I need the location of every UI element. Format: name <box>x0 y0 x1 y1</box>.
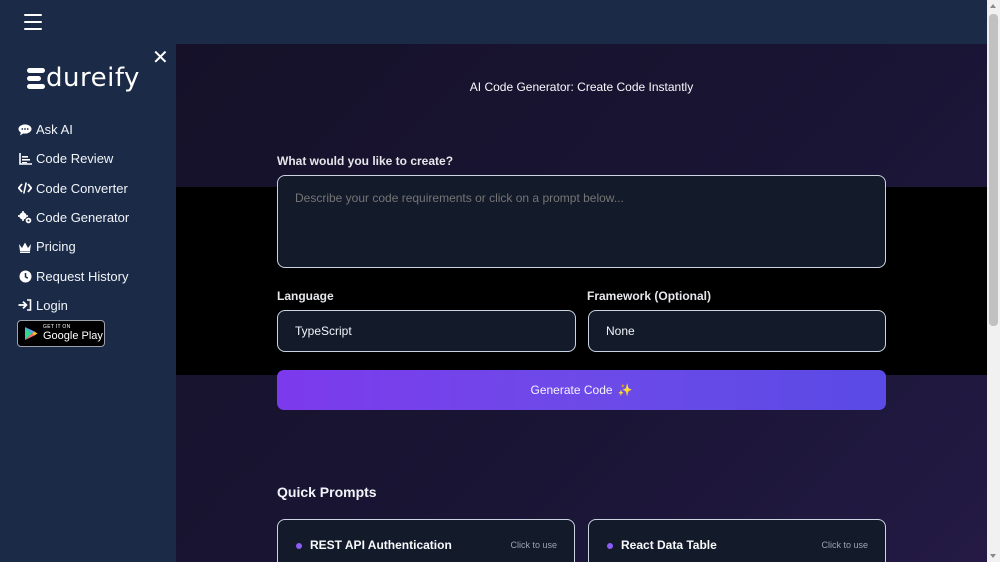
logo-text: dureify <box>46 63 140 93</box>
sidebar-item-code-converter[interactable]: Code Converter <box>18 174 129 203</box>
sidebar-item-login[interactable]: Login <box>18 291 129 320</box>
scroll-down-arrow-icon[interactable] <box>990 554 996 558</box>
framework-label: Framework (Optional) <box>587 289 712 303</box>
google-play-badge[interactable]: GET IT ON Google Play <box>17 320 105 347</box>
language-select[interactable]: TypeScript <box>277 310 576 352</box>
sidebar-item-code-review[interactable]: Code Review <box>18 144 129 173</box>
click-to-use-hint: Click to use <box>821 540 868 550</box>
prompt-label: What would you like to create? <box>277 154 454 168</box>
language-value: TypeScript <box>295 324 352 338</box>
bullet-dot-icon <box>296 543 302 549</box>
history-icon <box>18 269 32 283</box>
logo-mark-icon <box>27 65 45 91</box>
quick-prompts-title: Quick Prompts <box>277 484 377 500</box>
sidebar-item-label: Code Review <box>36 151 114 167</box>
login-icon <box>18 298 32 312</box>
logo[interactable]: dureify <box>27 62 140 94</box>
gears-icon <box>18 211 32 225</box>
store-badge-big-text: Google Play <box>43 330 103 342</box>
page-scrollbar[interactable] <box>987 0 1000 562</box>
close-sidebar-icon[interactable]: ✕ <box>152 48 169 68</box>
sidebar-item-label: Code Converter <box>36 180 128 196</box>
click-to-use-hint: Click to use <box>510 540 557 550</box>
generate-code-button[interactable]: Generate Code ✨ <box>277 370 886 410</box>
sidebar-item-label: Request History <box>36 268 129 284</box>
sidebar-item-label: Pricing <box>36 239 76 255</box>
quick-prompt-card[interactable]: REST API Authentication Click to use <box>277 519 575 562</box>
sidebar-item-label: Ask AI <box>36 122 73 138</box>
sidebar-item-code-generator[interactable]: Code Generator <box>18 203 129 232</box>
prompt-textarea[interactable] <box>277 175 886 268</box>
sidebar-item-label: Login <box>36 297 68 313</box>
scroll-up-arrow-icon[interactable] <box>990 4 996 8</box>
quick-prompt-title: React Data Table <box>621 538 717 552</box>
code-icon <box>18 181 32 195</box>
sidebar-item-request-history[interactable]: Request History <box>18 261 129 290</box>
main-content: AI Code Generator: Create Code Instantly… <box>176 44 987 562</box>
sidebar-item-ask-ai[interactable]: Ask AI <box>18 115 129 144</box>
top-bar <box>0 0 987 44</box>
sidebar-nav: Ask AI Code Review Code Converter Code G… <box>18 115 129 320</box>
quick-prompt-title: REST API Authentication <box>310 538 452 552</box>
sidebar-item-label: Code Generator <box>36 210 130 226</box>
hamburger-menu-icon[interactable] <box>24 14 42 30</box>
sparkle-icon: ✨ <box>617 383 633 397</box>
quick-prompt-card[interactable]: React Data Table Click to use <box>588 519 886 562</box>
sidebar-item-pricing[interactable]: Pricing <box>18 232 129 261</box>
framework-select[interactable]: None <box>588 310 886 352</box>
generate-code-label: Generate Code <box>530 383 613 397</box>
page-title: AI Code Generator: Create Code Instantly <box>469 80 694 94</box>
framework-value: None <box>606 324 635 338</box>
chat-icon <box>18 123 32 137</box>
scroll-thumb[interactable] <box>989 14 998 326</box>
chart-icon <box>18 152 32 166</box>
google-play-icon <box>25 327 38 340</box>
crown-icon <box>18 240 32 254</box>
bullet-dot-icon <box>607 543 613 549</box>
language-label: Language <box>277 289 334 303</box>
